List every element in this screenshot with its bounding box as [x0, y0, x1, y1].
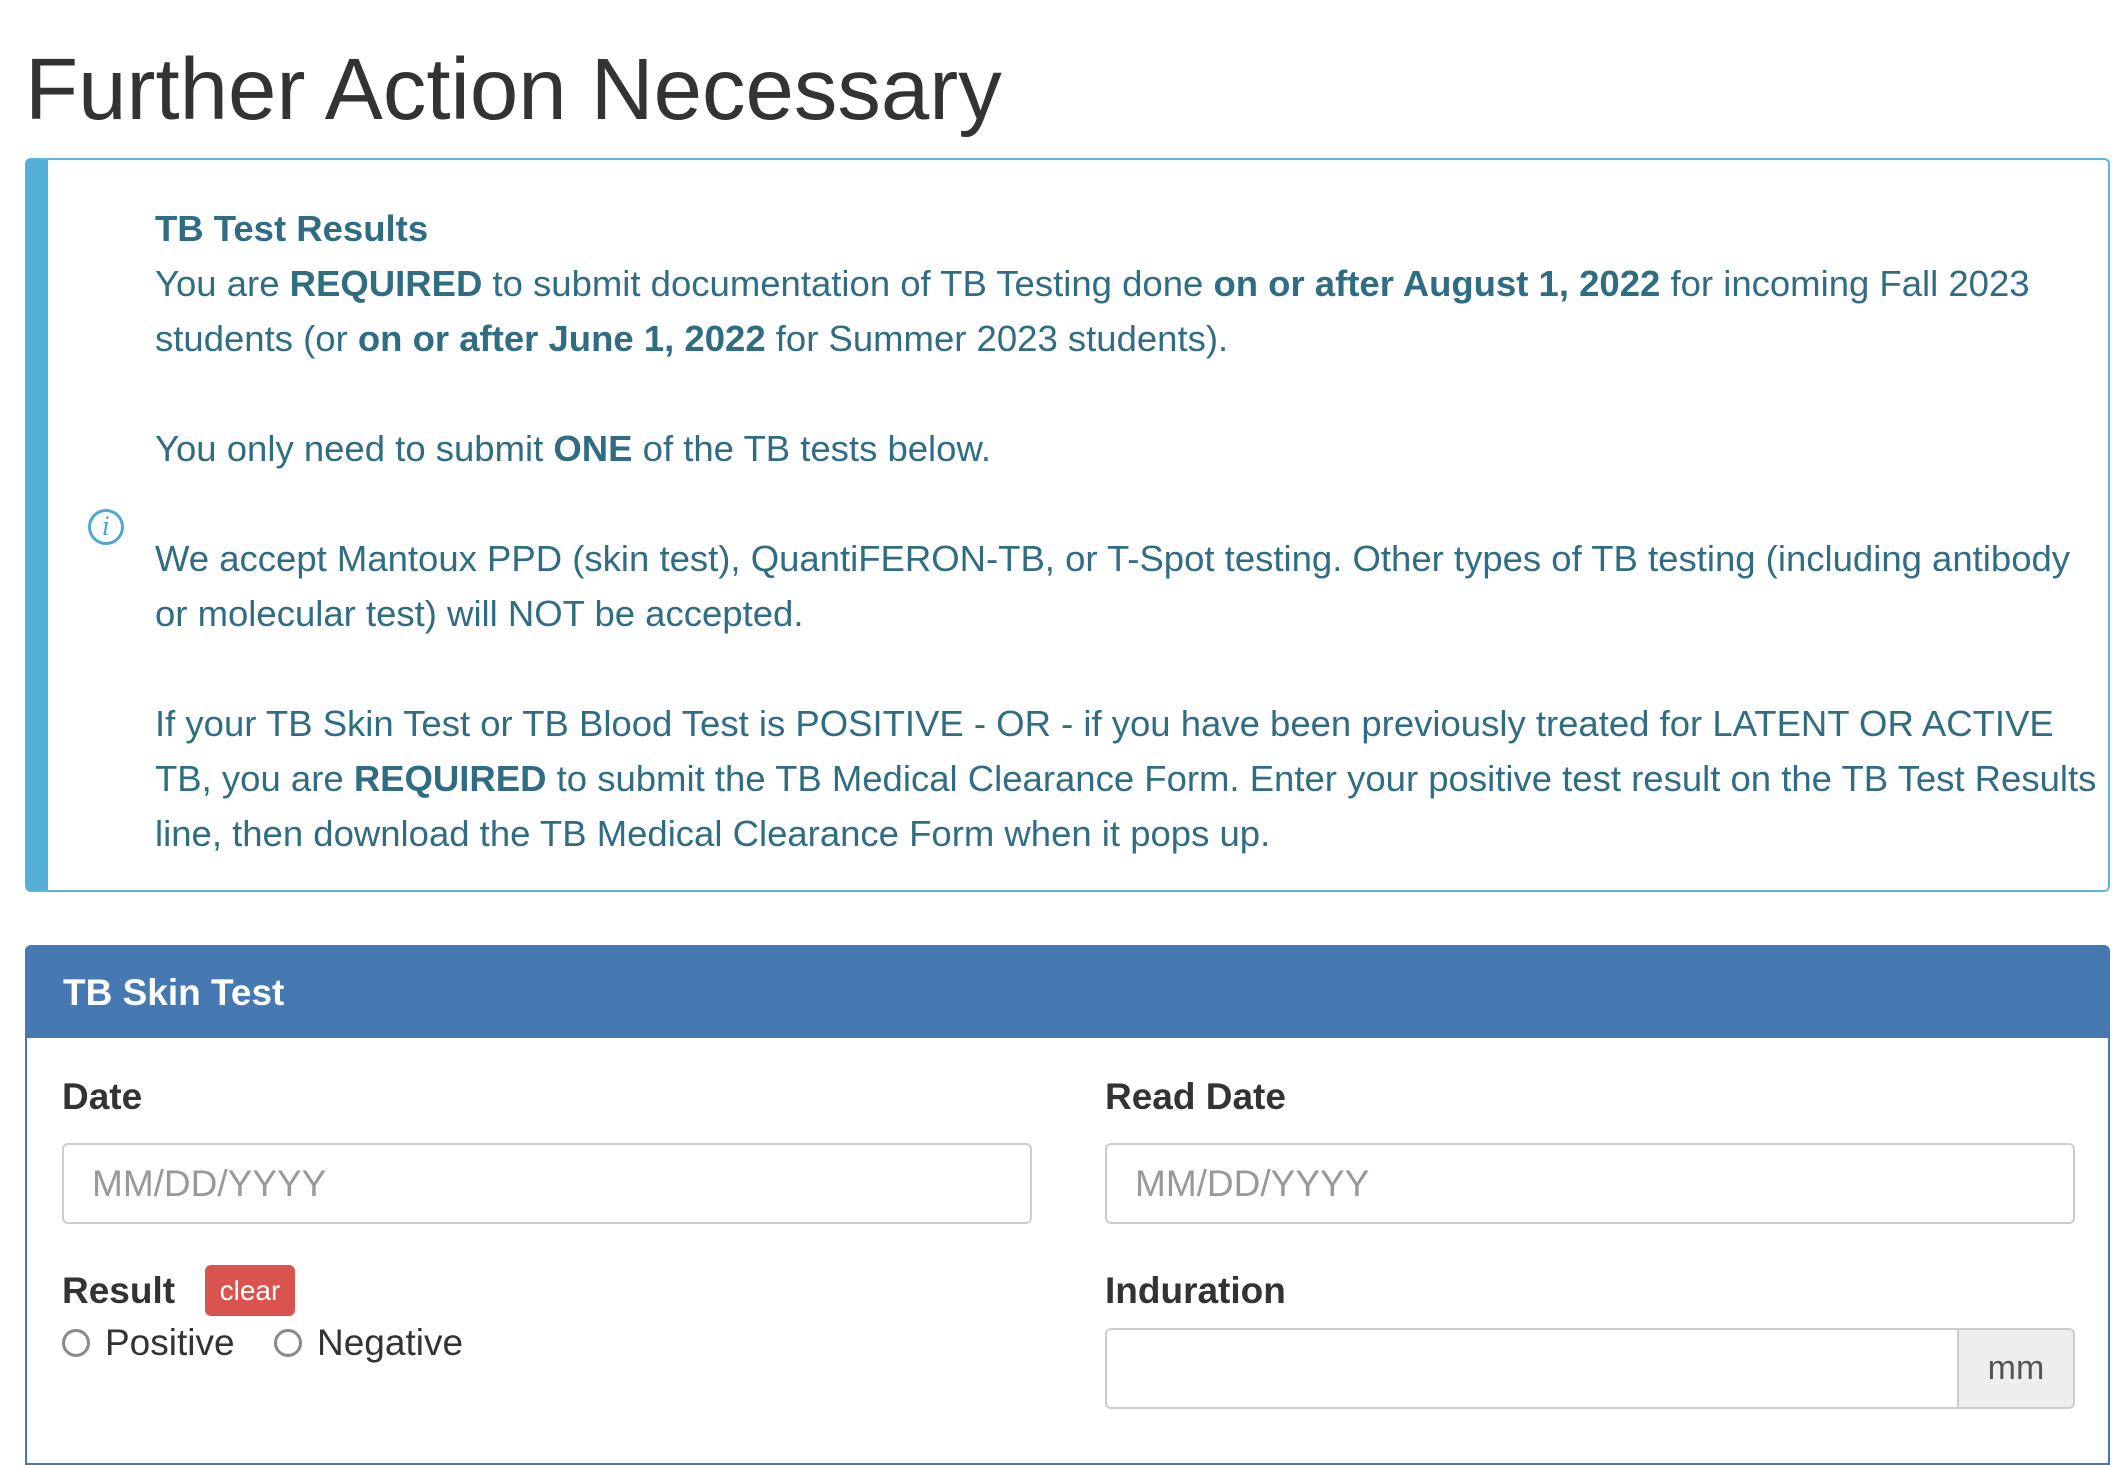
unit-addon: mm: [1957, 1328, 2075, 1409]
radio-label: Positive: [105, 1322, 235, 1363]
alert-text: You are: [155, 263, 290, 304]
read-date-label: Read Date: [1105, 1076, 1286, 1117]
radio-label: Negative: [317, 1322, 464, 1363]
alert-heading: TB Test Results: [155, 208, 429, 249]
alert-emphasis: REQUIRED: [353, 758, 547, 799]
date-label: Date: [62, 1076, 143, 1117]
alert-text: of the TB tests below.: [632, 428, 991, 469]
alert-emphasis: ONE: [553, 428, 633, 469]
alert-body: TB Test Results You are REQUIRED to subm…: [155, 201, 2107, 861]
alert-paragraph-positive: If your TB Skin Test or TB Blood Test is…: [155, 696, 2107, 861]
page-title: Further Action Necessary: [25, 41, 1002, 138]
alert-text: for Summer 2023 students).: [765, 318, 1229, 359]
induration-label: Induration: [1105, 1270, 1286, 1311]
induration-input[interactable]: [1105, 1328, 1957, 1409]
alert-paragraph-one-test: You only need to submit ONE of the TB te…: [155, 421, 2107, 476]
alert-text: to submit documentation of TB Testing do…: [482, 263, 1214, 304]
clear-button[interactable]: clear: [205, 1265, 295, 1316]
date-input[interactable]: [62, 1143, 1032, 1224]
alert-heading-paragraph: TB Test Results You are REQUIRED to subm…: [155, 201, 2107, 366]
alert-emphasis: REQUIRED: [289, 263, 483, 304]
panel-heading: TB Skin Test: [27, 947, 2108, 1038]
tb-skin-test-panel: TB Skin Test Date Read Date Result clear…: [25, 945, 2110, 1465]
radio-positive[interactable]: Positive: [62, 1315, 235, 1371]
radio-negative[interactable]: Negative: [274, 1315, 463, 1371]
alert-emphasis: on or after June 1, 2022: [357, 318, 766, 359]
info-icon: i: [88, 509, 124, 545]
read-date-input[interactable]: [1105, 1143, 2075, 1224]
radio-circle-icon[interactable]: [274, 1329, 302, 1357]
radio-circle-icon[interactable]: [62, 1329, 90, 1357]
alert-text: You only need to submit: [155, 428, 554, 469]
alert-emphasis: on or after August 1, 2022: [1213, 263, 1661, 304]
induration-input-group: mm: [1105, 1328, 2075, 1409]
result-label: Result: [62, 1270, 176, 1311]
alert-paragraph-accepted-tests: We accept Mantoux PPD (skin test), Quant…: [155, 538, 2071, 634]
info-alert: i TB Test Results You are REQUIRED to su…: [25, 158, 2110, 892]
